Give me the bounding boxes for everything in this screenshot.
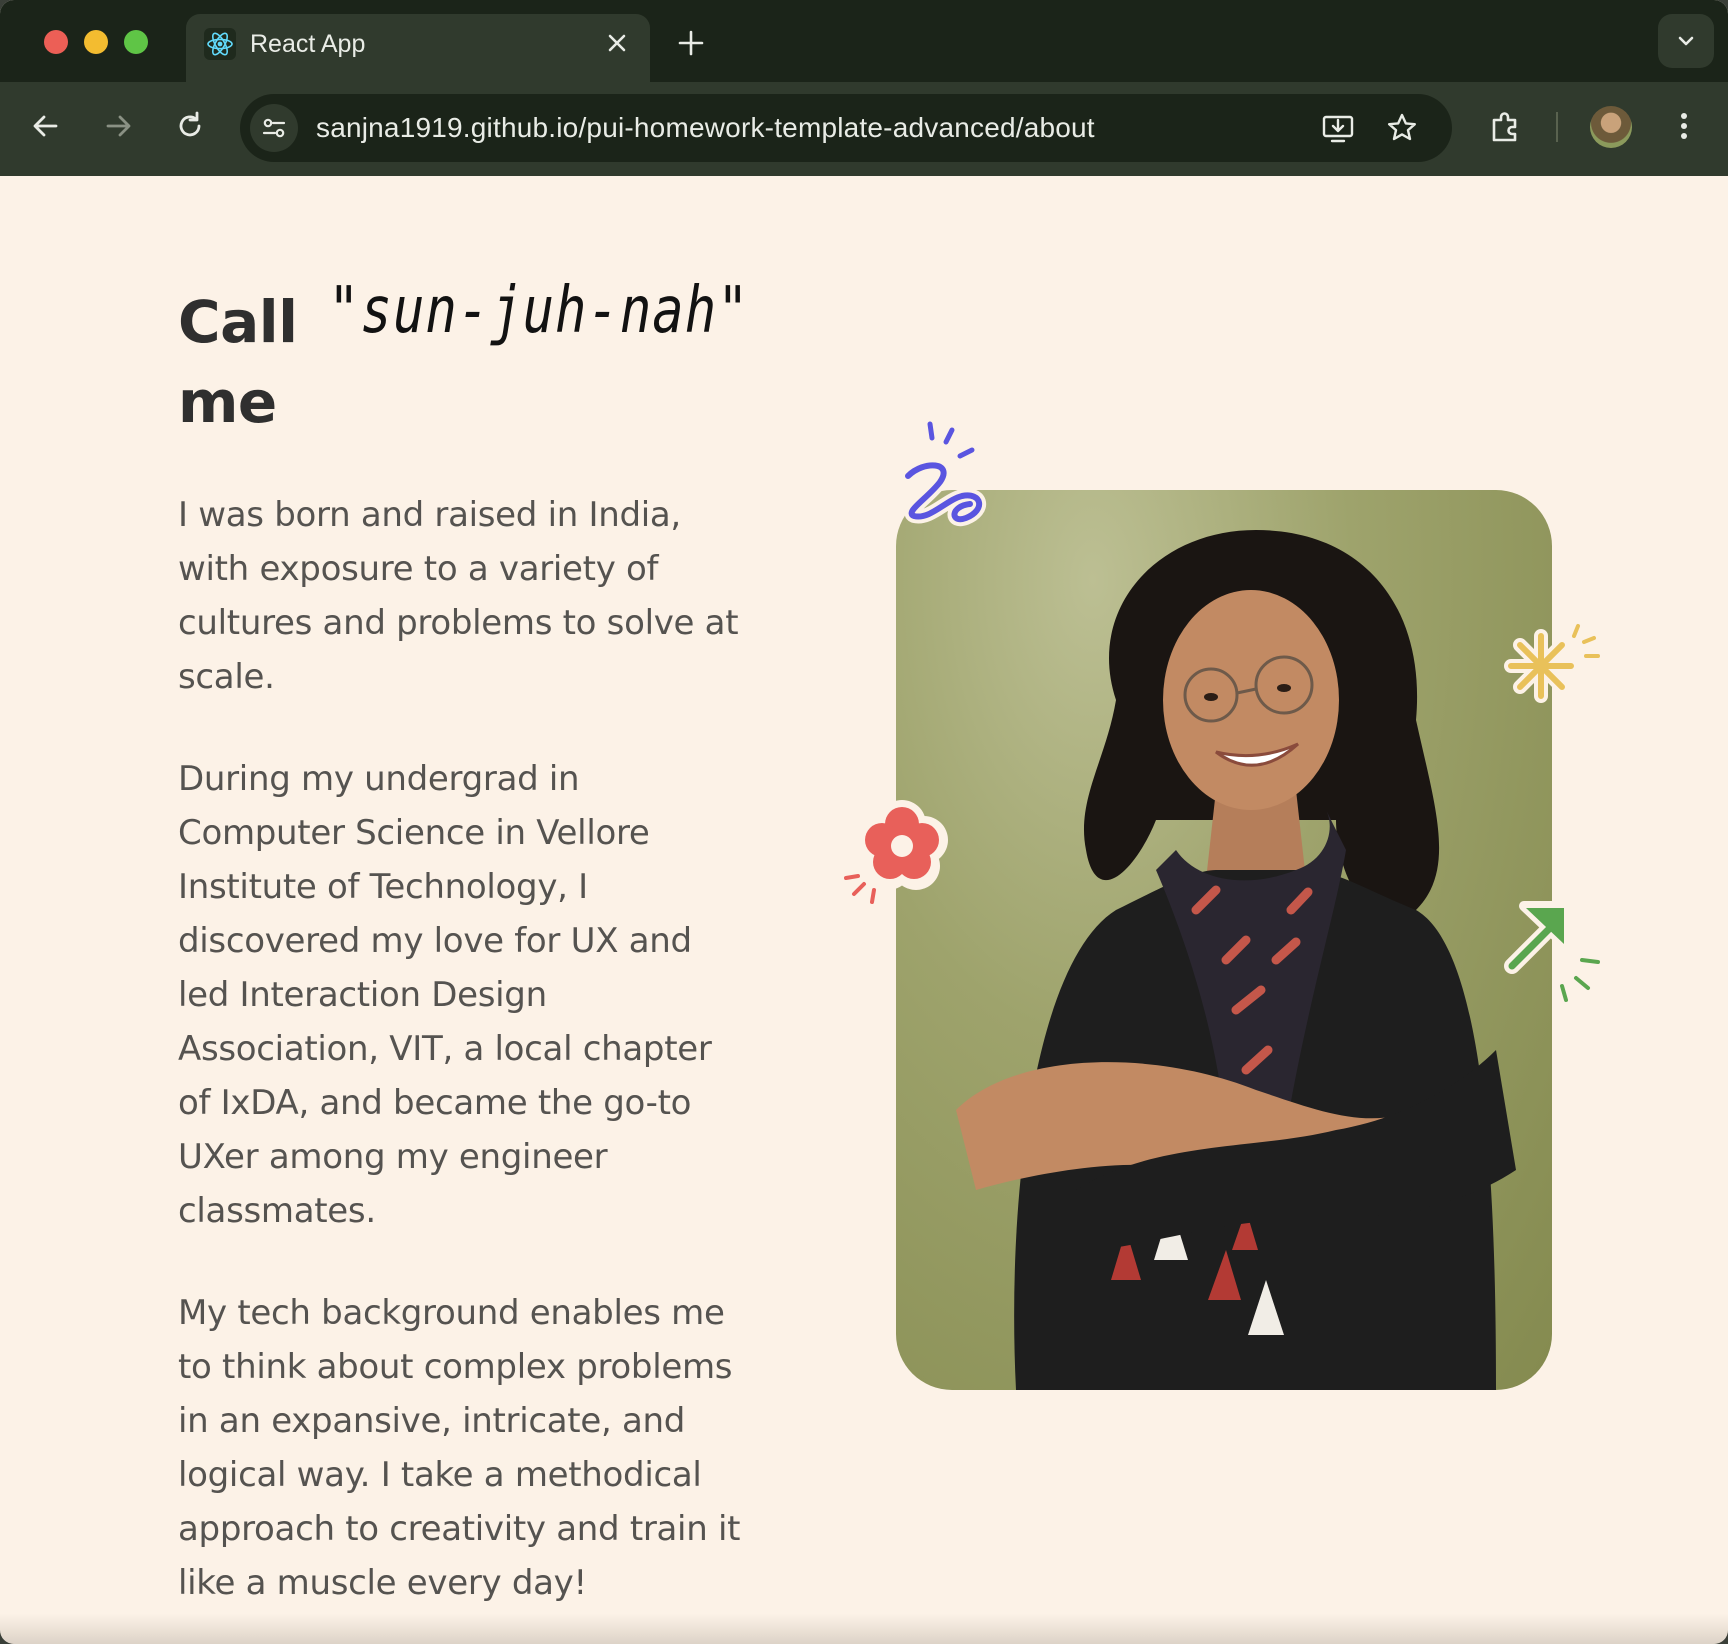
sparkle-star-icon bbox=[1504, 624, 1600, 703]
bio-paragraph-3: My tech background enables me to think a… bbox=[178, 1293, 741, 1603]
extensions-puzzle-icon[interactable] bbox=[1486, 106, 1526, 146]
chevron-down-icon bbox=[1678, 36, 1694, 46]
flower-icon bbox=[844, 800, 948, 904]
tab-strip: React App bbox=[0, 0, 1728, 82]
site-info-button[interactable] bbox=[250, 104, 298, 152]
address-bar[interactable]: sanjna1919.github.io/pui-homework-templa… bbox=[240, 94, 1452, 162]
install-app-icon[interactable] bbox=[1320, 110, 1356, 146]
close-window-button[interactable] bbox=[44, 30, 68, 54]
close-icon[interactable] bbox=[602, 28, 632, 58]
maximize-window-button[interactable] bbox=[124, 30, 148, 54]
tune-icon bbox=[262, 118, 286, 138]
url-text[interactable]: sanjna1919.github.io/pui-homework-templa… bbox=[316, 112, 1095, 144]
squiggle-doodle-icon bbox=[901, 421, 986, 527]
bio-paragraph-2: During my undergrad in Computer Science … bbox=[178, 759, 712, 1231]
more-vert-icon[interactable] bbox=[1664, 106, 1704, 146]
pronunciation-handwritten: "sun-juh-nah" bbox=[328, 274, 750, 348]
back-arrow-icon[interactable] bbox=[26, 106, 66, 146]
portrait-photo bbox=[896, 490, 1552, 1390]
profile-avatar[interactable] bbox=[1590, 106, 1632, 148]
forward-arrow-icon[interactable] bbox=[98, 106, 138, 146]
portrait-illustration bbox=[956, 530, 1516, 1390]
tab-title: React App bbox=[250, 30, 366, 58]
minimize-window-button[interactable] bbox=[84, 30, 108, 54]
tab-search-button[interactable] bbox=[1658, 14, 1714, 68]
new-tab-icon[interactable] bbox=[674, 26, 708, 60]
react-icon bbox=[204, 28, 236, 60]
browser-window: React App sanjna1919.github.io/pui-homew… bbox=[0, 0, 1728, 1644]
arrow-up-right-icon bbox=[1504, 901, 1600, 1002]
reload-icon[interactable] bbox=[170, 106, 210, 146]
bio-paragraph-1: I was born and raised in India, with exp… bbox=[178, 495, 739, 697]
bookmark-star-icon[interactable] bbox=[1384, 110, 1420, 146]
tab-react-app[interactable]: React App bbox=[186, 14, 650, 82]
bottom-edge-shadow bbox=[0, 1614, 1728, 1644]
toolbar-divider bbox=[1556, 112, 1558, 142]
heading-me: me bbox=[178, 368, 277, 436]
browser-toolbar: sanjna1919.github.io/pui-homework-templa… bbox=[0, 82, 1728, 176]
about-page: Call me "sun-juh-nah" I was born and rai… bbox=[0, 176, 1728, 1644]
